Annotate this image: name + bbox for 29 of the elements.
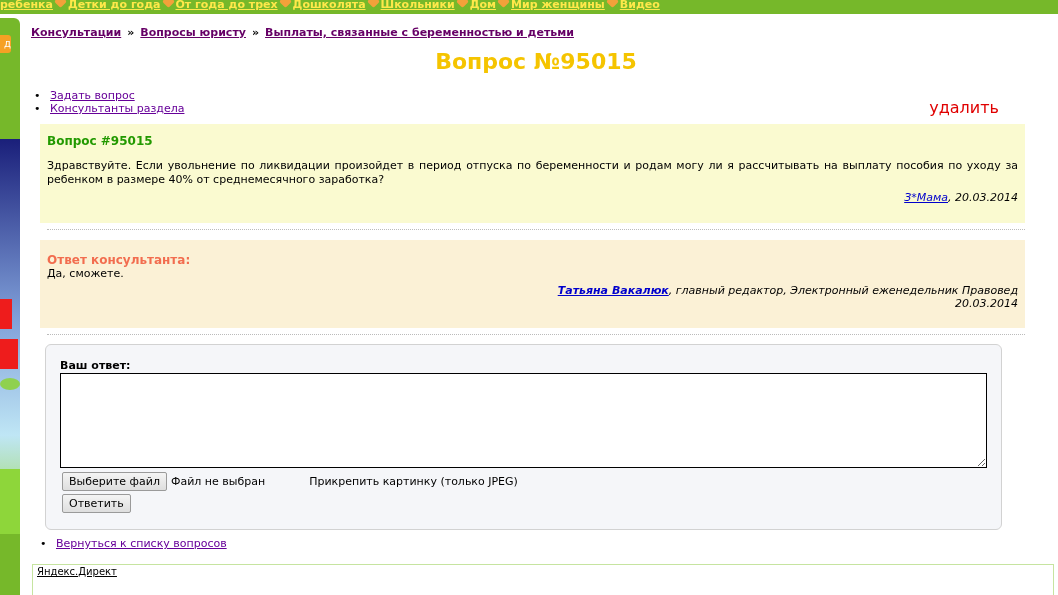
- reply-label: Ваш ответ:: [60, 359, 132, 372]
- submit-button[interactable]: Ответить: [62, 494, 131, 513]
- author-link[interactable]: З*Мама: [904, 191, 948, 204]
- reply-input-field[interactable]: [60, 373, 987, 468]
- delete-link[interactable]: удалить: [929, 98, 999, 117]
- consultant-link[interactable]: Татьяна Вакалюк: [557, 284, 669, 297]
- nav-link[interactable]: Консультанты раздела: [50, 102, 185, 115]
- answer-date: 20.03.2014: [955, 297, 1018, 310]
- bullet: •: [40, 537, 48, 550]
- question-text: Здравствуйте. Если увольнение по ликвидации произойдет в период отпуска по беременности и родам могу ли я рассчитывать на выплату пособия по уходу за ребенком в размере 40% от среднемесячного заработка?: [47, 159, 1018, 187]
- breadcrumb-link[interactable]: Консультации: [31, 26, 122, 39]
- breadcrumb-separator: »: [251, 26, 260, 39]
- answer-heading: Ответ консультанта:: [47, 253, 192, 267]
- consultant-role: , главный редактор, Электронный еженедельник Правовед: [668, 284, 1018, 297]
- question-date: , 20.03.2014: [948, 191, 1018, 204]
- file-status: Файл не выбран: [170, 475, 266, 488]
- bullet: •: [34, 102, 42, 115]
- back-link[interactable]: Вернуться к списку вопросов: [56, 537, 227, 550]
- answer-text: Да, сможете.: [47, 267, 125, 280]
- ad-title-link[interactable]: Яндекс.Директ: [37, 566, 117, 577]
- bullet: •: [34, 89, 42, 102]
- page-title: Вопрос №95015: [434, 48, 638, 76]
- breadcrumb-link[interactable]: Выплаты, связанные с беременностью и детьми: [265, 26, 574, 39]
- question-title: Вопрос #95015: [47, 134, 154, 148]
- breadcrumb-link[interactable]: Вопросы юристу: [140, 26, 246, 39]
- choose-file-button[interactable]: Выберите файл: [62, 472, 167, 491]
- nav-link[interactable]: Задать вопрос: [50, 89, 135, 102]
- attach-hint: Прикрепить картинку (только JPEG): [309, 475, 518, 488]
- breadcrumb-separator: »: [127, 26, 135, 39]
